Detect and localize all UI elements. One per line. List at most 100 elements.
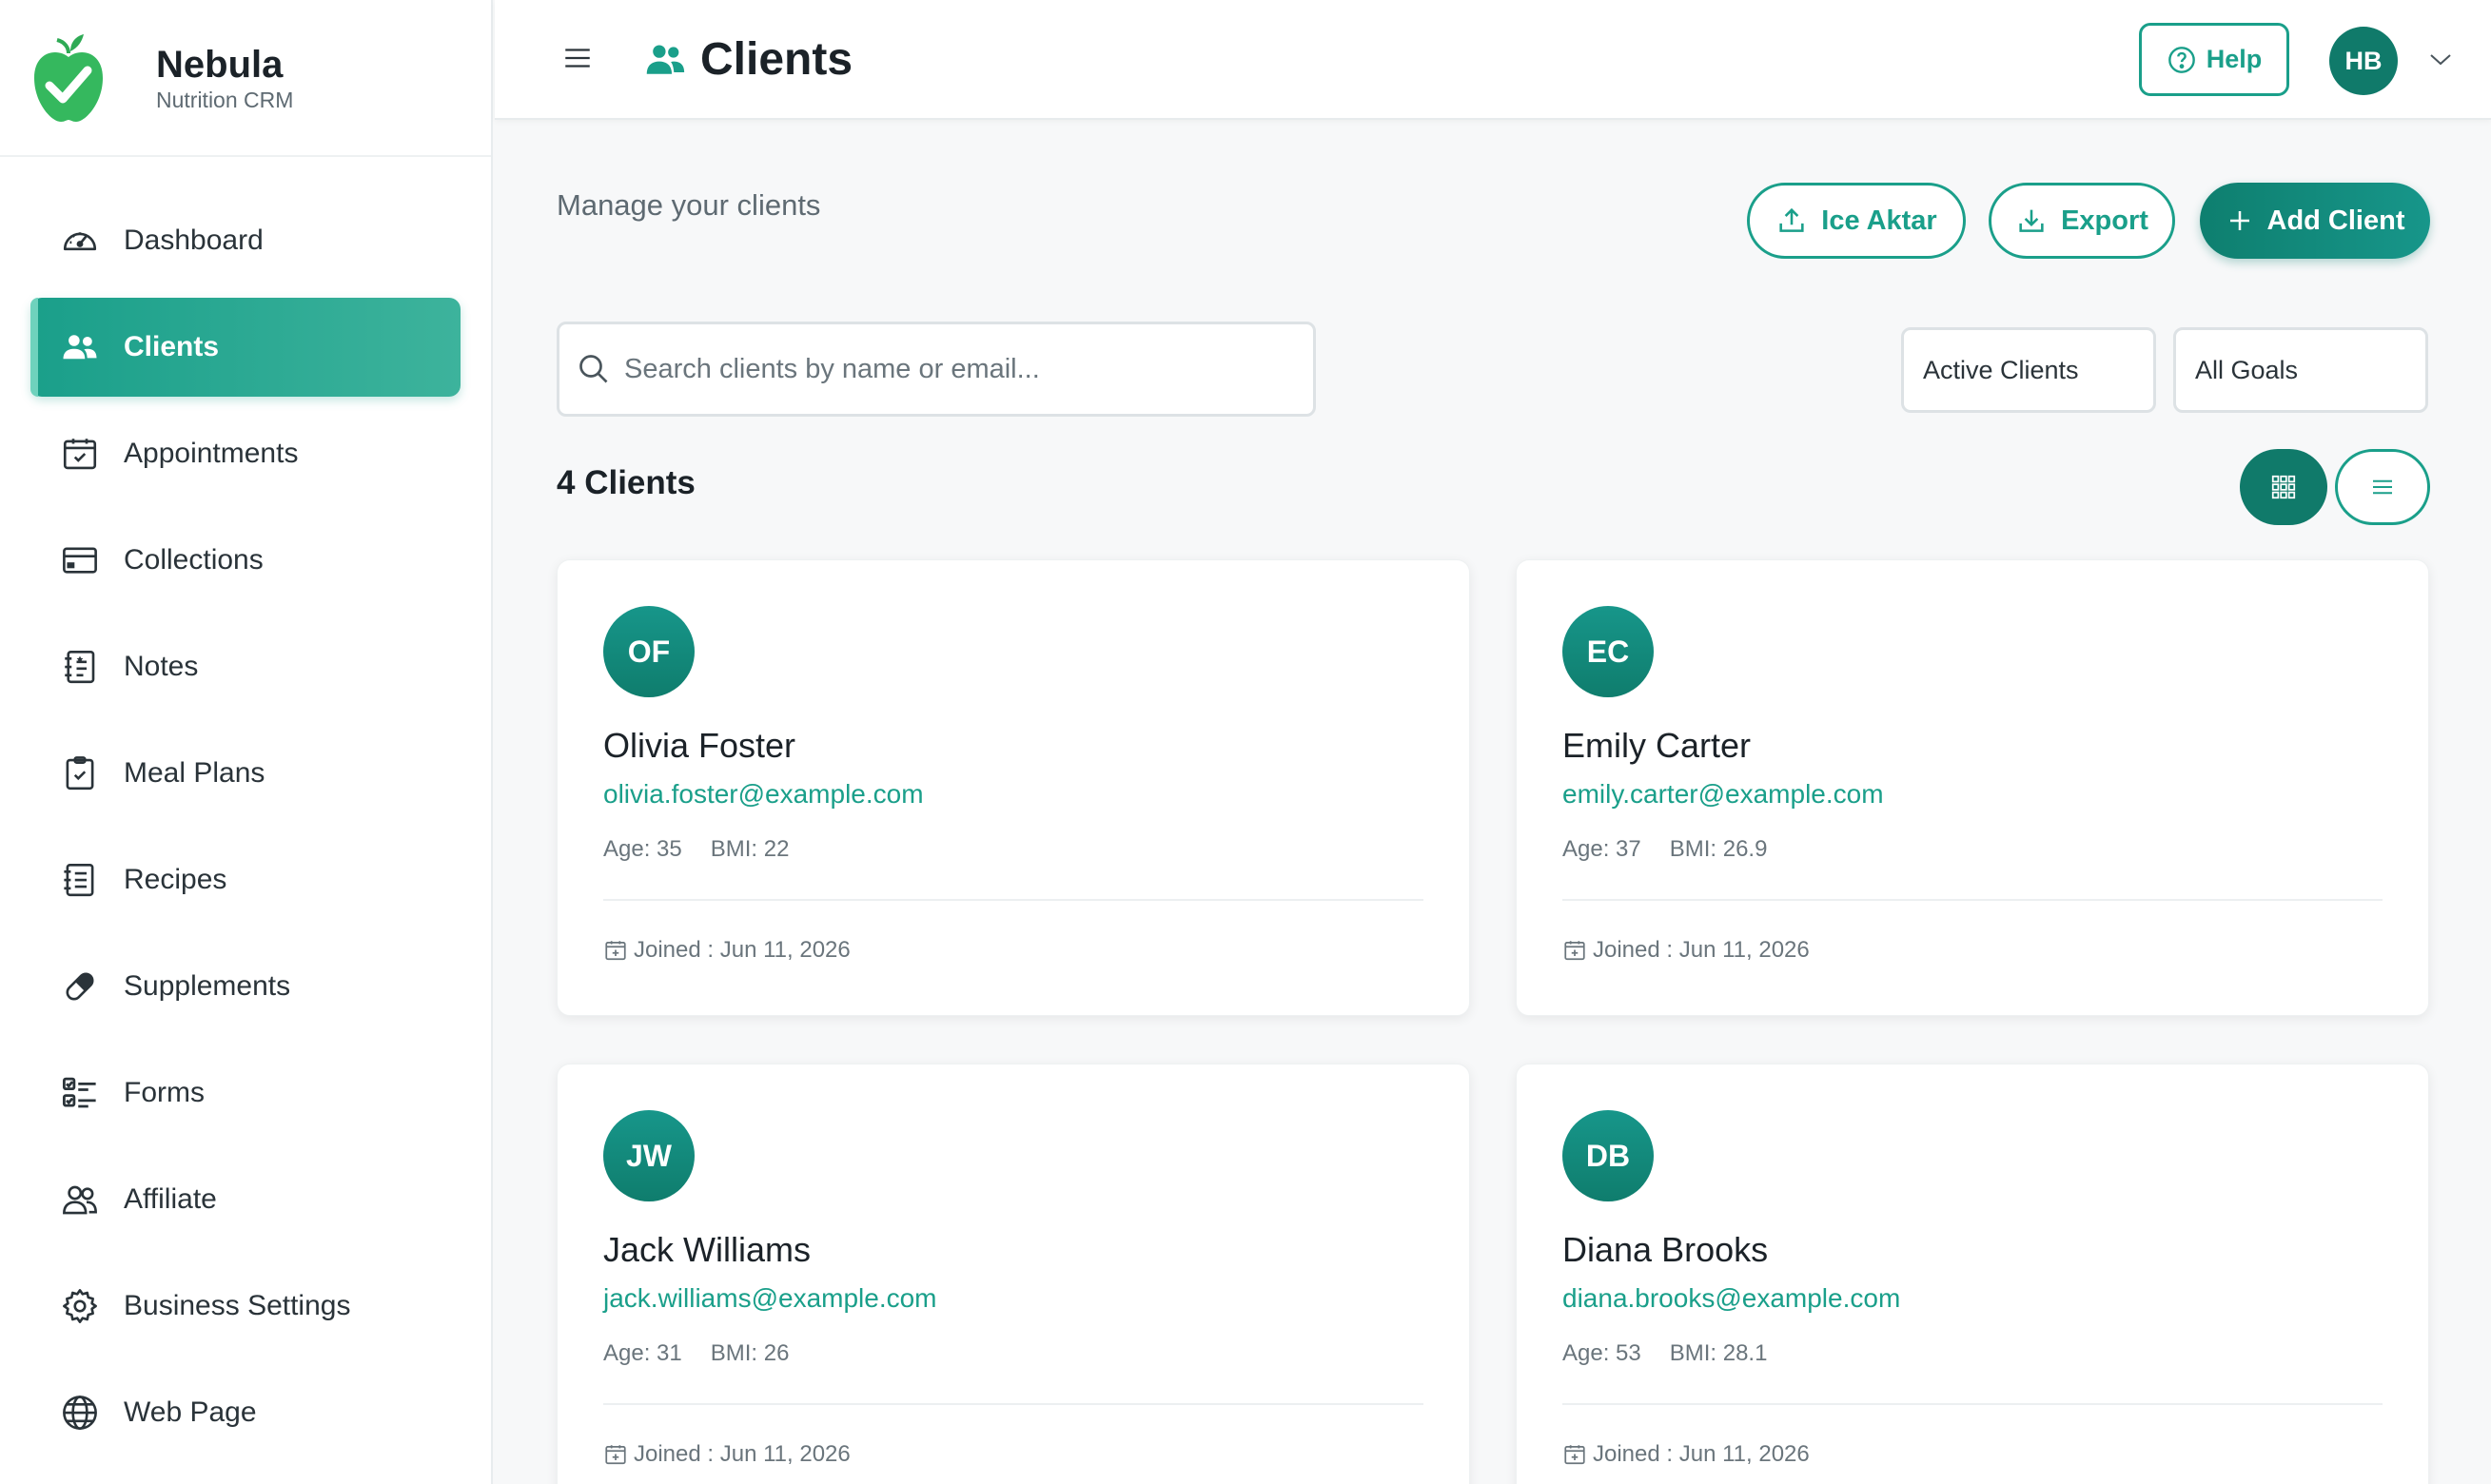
import-button[interactable]: Ice Aktar [1747,183,1966,259]
card-divider [1562,899,2383,901]
brand[interactable]: Nebula Nutrition CRM [0,0,491,157]
client-avatar: JW [603,1110,695,1201]
download-icon [2019,209,2044,232]
sidebar-item-label: Appointments [124,438,299,469]
client-stats: Age: 31 BMI: 26 [603,1340,789,1367]
joined-date: Joined : Jun 11, 2026 [634,937,851,963]
sidebar-item-notes[interactable]: Notes [30,617,461,716]
sidebar-item-label: Web Page [124,1396,257,1428]
joined-date: Joined : Jun 11, 2026 [634,1441,851,1467]
client-card[interactable]: EC Emily Carter emily.carter@example.com… [1516,559,2429,1016]
checklist-icon [59,1072,101,1114]
top-header: Clients Help HB [495,0,2491,120]
user-avatar[interactable]: HB [2329,27,2398,95]
client-name[interactable]: Emily Carter [1562,726,1751,766]
sidebar-item-label: Affiliate [124,1183,217,1215]
client-email[interactable]: emily.carter@example.com [1562,779,1884,810]
speedometer-icon [59,220,101,262]
chevron-down-icon[interactable] [2428,49,2453,68]
sidebar-item-affiliate[interactable]: Affiliate [30,1150,461,1249]
client-joined: Joined : Jun 11, 2026 [1562,937,1810,964]
export-label: Export [2061,205,2148,236]
help-button[interactable]: Help [2139,23,2289,96]
client-joined: Joined : Jun 11, 2026 [603,937,851,964]
sidebar-item-forms[interactable]: Forms [30,1044,461,1142]
client-email[interactable]: diana.brooks@example.com [1562,1283,1900,1314]
client-name[interactable]: Diana Brooks [1562,1230,1768,1270]
add-client-button[interactable]: Add Client [2200,183,2430,259]
calendar-check-icon [59,433,101,475]
add-client-label: Add Client [2266,205,2405,236]
sidebar-item-label: Forms [124,1077,205,1108]
main-content: Manage your clients Ice Aktar Export Add… [495,122,2491,1484]
sidebar-item-dashboard[interactable]: Dashboard [30,191,461,290]
sidebar-item-label: Meal Plans [124,757,265,789]
grid-view-button[interactable] [2240,449,2327,525]
card-divider [603,1403,1423,1405]
card-divider [1562,1403,2383,1405]
sidebar-nav: Dashboard Clients Appointments Collectio… [0,157,491,1462]
list-document-icon [59,859,101,901]
client-bmi: BMI: 28.1 [1669,1340,1768,1366]
sidebar-item-supplements[interactable]: Supplements [30,937,461,1036]
import-label: Ice Aktar [1821,205,1937,236]
client-email[interactable]: olivia.foster@example.com [603,779,924,810]
client-name[interactable]: Jack Williams [603,1230,811,1270]
client-stats: Age: 37 BMI: 26.9 [1562,836,1767,863]
capsule-icon [59,966,101,1007]
notebook-icon [59,646,101,688]
client-card[interactable]: JW Jack Williams jack.williams@example.c… [557,1064,1470,1484]
calendar-plus-icon [1564,941,1585,961]
goal-filter-select[interactable]: All Goals [2173,327,2428,413]
client-count: 4 Clients [557,464,696,501]
sidebar: Nebula Nutrition CRM Dashboard Clients A… [0,0,493,1484]
client-bmi: BMI: 26.9 [1669,836,1768,862]
client-name[interactable]: Olivia Foster [603,726,795,766]
sidebar-item-label: Collections [124,544,264,576]
gear-icon [59,1285,101,1327]
users-icon [646,45,685,74]
client-age: Age: 37 [1562,836,1641,862]
users-icon [59,326,101,368]
sidebar-item-meal-plans[interactable]: Meal Plans [30,724,461,823]
search-input[interactable] [624,353,1290,385]
clipboard-check-icon [59,752,101,794]
client-age: Age: 31 [603,1340,682,1366]
plus-icon [2229,211,2249,230]
help-label: Help [2206,45,2263,73]
client-avatar: OF [603,606,695,697]
sidebar-item-business-settings[interactable]: Business Settings [30,1257,461,1356]
client-avatar: EC [1562,606,1654,697]
client-age: Age: 35 [603,836,682,862]
joined-date: Joined : Jun 11, 2026 [1593,1441,1810,1467]
sidebar-item-web-page[interactable]: Web Page [30,1363,461,1462]
grid-icon [2271,475,2296,499]
client-stats: Age: 53 BMI: 28.1 [1562,1340,1767,1367]
client-avatar: DB [1562,1110,1654,1201]
client-joined: Joined : Jun 11, 2026 [1562,1441,1810,1468]
sidebar-item-recipes[interactable]: Recipes [30,830,461,929]
sidebar-item-label: Clients [124,331,220,362]
sidebar-item-clients[interactable]: Clients [30,298,461,397]
list-view-button[interactable] [2335,449,2430,525]
people-outline-icon [59,1179,101,1220]
sidebar-item-label: Business Settings [124,1290,351,1321]
export-button[interactable]: Export [1989,183,2175,259]
list-icon [2373,479,2392,495]
client-email[interactable]: jack.williams@example.com [603,1283,937,1314]
sidebar-item-label: Dashboard [124,225,264,256]
page-subtitle: Manage your clients [557,188,821,222]
client-card[interactable]: OF Olivia Foster olivia.foster@example.c… [557,559,1470,1016]
sidebar-item-appointments[interactable]: Appointments [30,404,461,503]
sidebar-item-collections[interactable]: Collections [30,511,461,610]
globe-icon [59,1392,101,1434]
question-circle-icon [2167,46,2195,73]
client-stats: Age: 35 BMI: 22 [603,836,789,863]
client-bmi: BMI: 26 [710,1340,790,1366]
search-box [557,322,1316,417]
hamburger-menu-icon[interactable] [561,42,594,74]
status-filter-select[interactable]: Active Clients [1901,327,2156,413]
brand-subtitle: Nutrition CRM [156,87,294,112]
joined-date: Joined : Jun 11, 2026 [1593,937,1810,963]
client-card[interactable]: DB Diana Brooks diana.brooks@example.com… [1516,1064,2429,1484]
